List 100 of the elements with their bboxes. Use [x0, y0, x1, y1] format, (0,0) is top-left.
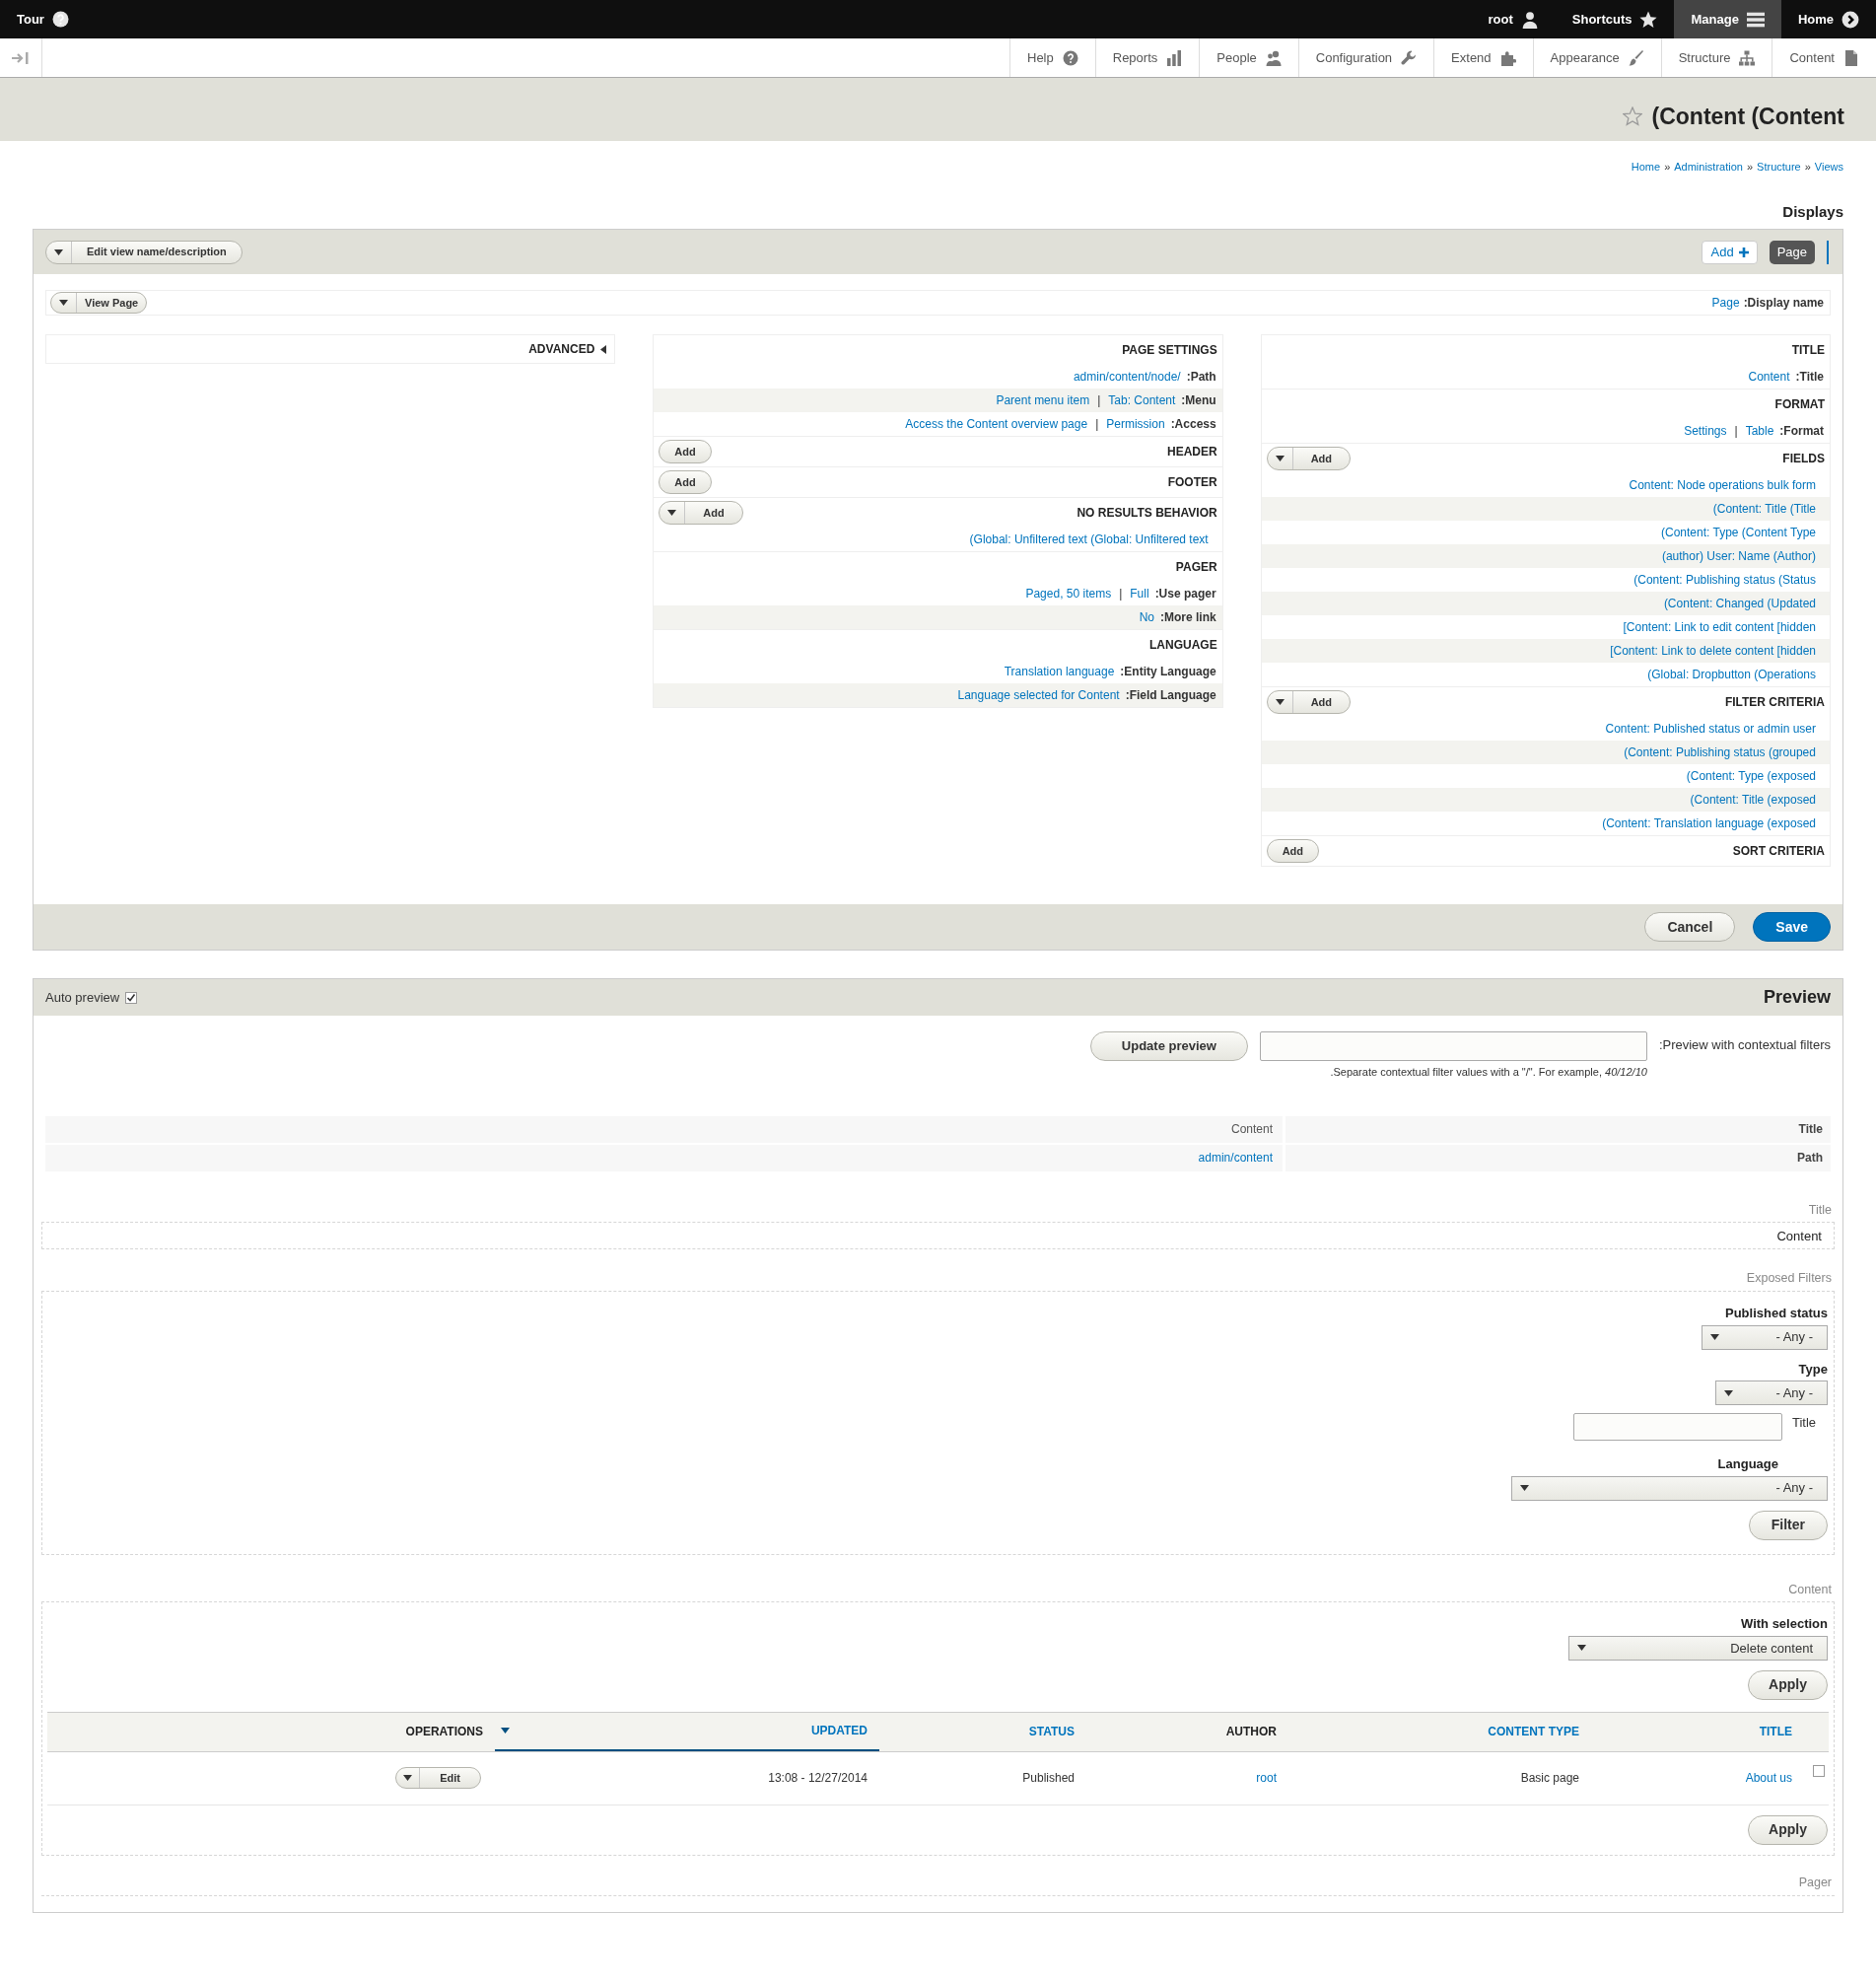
- breadcrumb-link[interactable]: Administration: [1674, 159, 1743, 176]
- setting-link[interactable]: (Content: Type (Content Type: [1661, 524, 1816, 541]
- caret-icon: [1724, 1389, 1733, 1396]
- cell-link[interactable]: About us: [1745, 1769, 1792, 1788]
- setting-link[interactable]: Permission: [1106, 415, 1165, 433]
- edit-dropbutton[interactable]: Edit: [395, 1767, 481, 1790]
- edit-name-dropbutton[interactable]: Edit view name/description: [45, 240, 243, 264]
- setting-link[interactable]: (Global: Unfiltered text (Global: Unfiltered text: [969, 531, 1209, 548]
- select-field[interactable]: - Any -: [1511, 1475, 1828, 1501]
- setting-link[interactable]: (Content: Publishing status (Status: [1633, 571, 1816, 589]
- document-icon: [1843, 49, 1859, 66]
- setting-link[interactable]: Settings: [1684, 422, 1727, 440]
- select-field[interactable]: - Any -: [1702, 1324, 1828, 1350]
- toolbar-tab[interactable]: root: [1471, 0, 1556, 38]
- admin-menu-item[interactable]: Reports: [1094, 38, 1200, 77]
- title-filter-field[interactable]: [1572, 1413, 1782, 1441]
- tour-button[interactable]: Tour: [0, 0, 86, 38]
- setting-link[interactable]: Content: Published status or admin user: [1605, 720, 1816, 738]
- caret-icon: [59, 300, 68, 306]
- column-header-link[interactable]: CONTENT TYPE: [1288, 1712, 1591, 1751]
- section-heading: NO RESULTS BEHAVIOR: [1077, 505, 1217, 522]
- apply-button[interactable]: Apply: [1748, 1669, 1828, 1700]
- area-caption: Title: [1807, 1201, 1833, 1219]
- cell-link[interactable]: root: [1256, 1769, 1277, 1788]
- field-label: :Preview with contextual filters: [1658, 1036, 1831, 1054]
- setting-link[interactable]: Access the Content overview page: [905, 415, 1088, 433]
- add-button[interactable]: Add: [659, 470, 712, 494]
- advanced-toggle[interactable]: ADVANCED: [45, 334, 616, 364]
- section-heading: Preview: [1763, 986, 1831, 1009]
- display-tab[interactable]: Page: [1769, 240, 1815, 264]
- caret-icon: [1275, 456, 1285, 461]
- setting-link[interactable]: Language selected for Content: [957, 686, 1120, 704]
- column-header: AUTHOR: [1224, 1724, 1278, 1741]
- breadcrumb-separator: »: [1804, 160, 1811, 175]
- display-name-link[interactable]: Page: [1711, 294, 1740, 312]
- row-checkbox[interactable]: [1813, 1764, 1825, 1777]
- preview-value: Content: [1230, 1121, 1273, 1138]
- preview-link[interactable]: admin/content: [1198, 1149, 1273, 1167]
- setting-label: :Menu: [1181, 392, 1216, 409]
- add-button[interactable]: Add: [1266, 839, 1320, 863]
- column-header-link[interactable]: UPDATED: [495, 1712, 879, 1751]
- setting-label: :Path: [1186, 369, 1216, 386]
- filter-description: .Separate contextual filter values with a "/". For example, 40/12/10: [1330, 1065, 1647, 1080]
- setting-link[interactable]: Paged, 50 items: [1025, 585, 1112, 602]
- setting-link[interactable]: Content: [1748, 368, 1790, 386]
- setting-label: :Field Language: [1125, 687, 1216, 704]
- update-preview-button[interactable]: Update preview: [1089, 1031, 1248, 1061]
- admin-menu-item[interactable]: Help: [1009, 38, 1095, 77]
- setting-link[interactable]: Full: [1130, 585, 1149, 602]
- add-dropbutton[interactable]: Add: [1266, 690, 1352, 714]
- admin-menu-item[interactable]: Extend: [1433, 38, 1533, 77]
- select-field[interactable]: Delete content: [1568, 1635, 1828, 1661]
- breadcrumb-link[interactable]: Views: [1814, 159, 1843, 176]
- setting-link[interactable]: (Content: Type (exposed: [1686, 767, 1816, 785]
- admin-menu-item[interactable]: Structure: [1660, 38, 1772, 77]
- user-icon: [1520, 10, 1539, 29]
- admin-menu-item[interactable]: Content: [1772, 38, 1876, 77]
- breadcrumb-link[interactable]: Home: [1631, 159, 1661, 176]
- setting-link[interactable]: Table: [1745, 422, 1774, 440]
- contextual-filter-field[interactable]: [1259, 1031, 1647, 1061]
- setting-link[interactable]: Content: Node operations bulk form: [1629, 476, 1816, 494]
- setting-link[interactable]: (Global: Dropbutton (Operations: [1647, 666, 1816, 683]
- view-page-dropbutton[interactable]: View Page: [50, 292, 148, 314]
- caret-icon: [667, 510, 677, 516]
- admin-menu-item[interactable]: Appearance: [1532, 38, 1661, 77]
- toolbar-tab[interactable]: Home: [1780, 0, 1876, 38]
- breadcrumb-link[interactable]: Structure: [1757, 159, 1801, 176]
- toolbar-tab[interactable]: Shortcuts: [1555, 0, 1675, 38]
- setting-link[interactable]: [Content: Link to edit content [hidden: [1623, 618, 1816, 636]
- area-caption: Pager: [1797, 1874, 1833, 1891]
- save-button[interactable]: Save: [1753, 912, 1831, 942]
- apply-button[interactable]: Apply: [1748, 1814, 1828, 1845]
- setting-label: :Display name: [1743, 295, 1824, 312]
- cancel-button[interactable]: Cancel: [1644, 912, 1736, 942]
- setting-link[interactable]: Tab: Content: [1108, 391, 1176, 409]
- add-button[interactable]: Add: [659, 440, 712, 463]
- column-header-link[interactable]: STATUS: [879, 1712, 1086, 1751]
- column-header-link[interactable]: TITLE: [1591, 1712, 1804, 1751]
- caret-icon: [1577, 1645, 1586, 1652]
- setting-link[interactable]: admin/content/node/: [1073, 368, 1181, 386]
- field-label: Published status: [1724, 1305, 1828, 1322]
- setting-link[interactable]: No: [1139, 608, 1154, 626]
- add-dropbutton[interactable]: Add: [659, 501, 743, 525]
- add-display-button[interactable]: Add: [1702, 240, 1758, 264]
- section-heading: LANGUAGE: [1149, 637, 1217, 654]
- filter-button[interactable]: Filter: [1748, 1510, 1828, 1540]
- toolbar-tab[interactable]: Manage: [1674, 0, 1781, 38]
- setting-link[interactable]: (Content: Title (exposed: [1690, 791, 1816, 809]
- field-label: Type: [1798, 1360, 1828, 1379]
- admin-menu-item[interactable]: People: [1199, 38, 1298, 77]
- setting-link[interactable]: Translation language: [1004, 663, 1115, 680]
- checkbox[interactable]: [125, 991, 138, 1004]
- caret-icon: [501, 1728, 510, 1734]
- add-dropbutton[interactable]: Add: [1266, 447, 1352, 470]
- setting-link[interactable]: Parent menu item: [996, 391, 1090, 409]
- chevron-icon: [1841, 10, 1859, 29]
- setting-link[interactable]: (Content: Translation language (exposed: [1602, 814, 1816, 832]
- admin-menu-item[interactable]: Configuration: [1297, 38, 1434, 77]
- select-field[interactable]: - Any -: [1715, 1380, 1828, 1405]
- setting-link[interactable]: (Content: Title (Title: [1712, 500, 1816, 518]
